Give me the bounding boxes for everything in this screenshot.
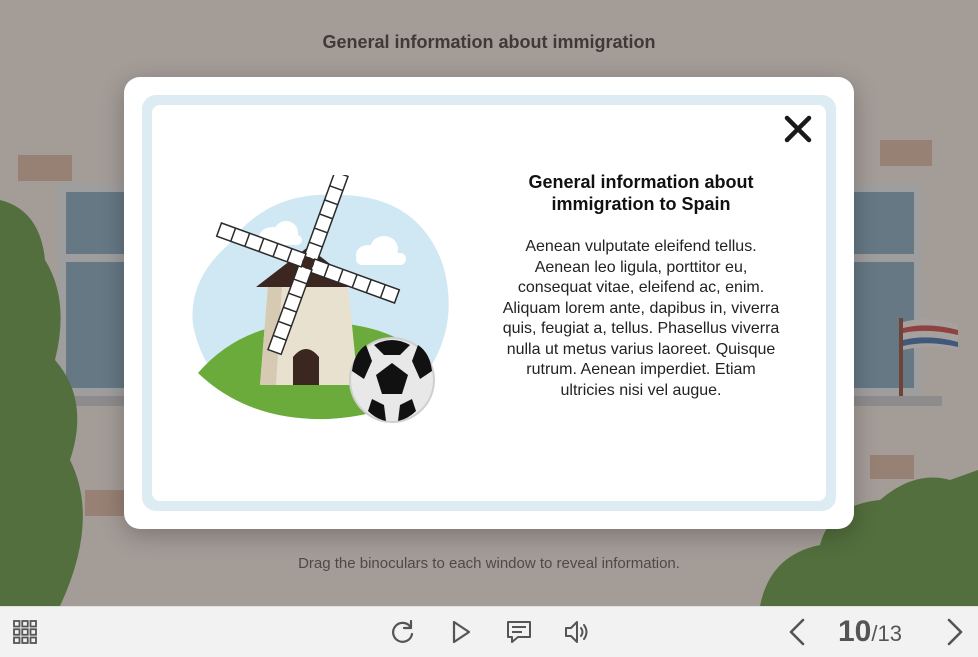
windmill-illustration (192, 175, 449, 423)
close-x-icon (784, 115, 812, 143)
grid-menu-icon (13, 620, 37, 644)
page-current: 10 (838, 615, 872, 648)
volume-button[interactable] (560, 615, 594, 649)
play-icon (452, 620, 471, 644)
info-modal: General information about immigration to… (124, 77, 854, 529)
replay-icon (392, 619, 414, 643)
replay-button[interactable] (386, 615, 420, 649)
player-toolbar: 10 / 13 (0, 606, 978, 657)
previous-slide-button[interactable] (780, 615, 814, 649)
next-slide-button[interactable] (938, 615, 972, 649)
comment-button[interactable] (502, 615, 536, 649)
close-button[interactable] (780, 111, 816, 147)
chevron-left-icon (789, 618, 805, 646)
comment-icon (507, 621, 531, 643)
volume-icon (565, 621, 588, 643)
chevron-right-icon (947, 618, 963, 646)
soccer-ball (349, 337, 435, 423)
modal-heading: General information about immigration to… (528, 172, 754, 214)
page-total: 13 (877, 621, 902, 646)
modal-content: General information about immigration to… (152, 105, 826, 501)
modal-frame: General information about immigration to… (142, 95, 836, 511)
modal-text: General information about immigration to… (498, 171, 784, 401)
menu-button[interactable] (8, 615, 42, 649)
page-counter: 10 / 13 (838, 615, 902, 649)
play-button[interactable] (444, 615, 478, 649)
modal-body: Aenean vulputate eleifend tellus. Aenean… (502, 238, 780, 399)
